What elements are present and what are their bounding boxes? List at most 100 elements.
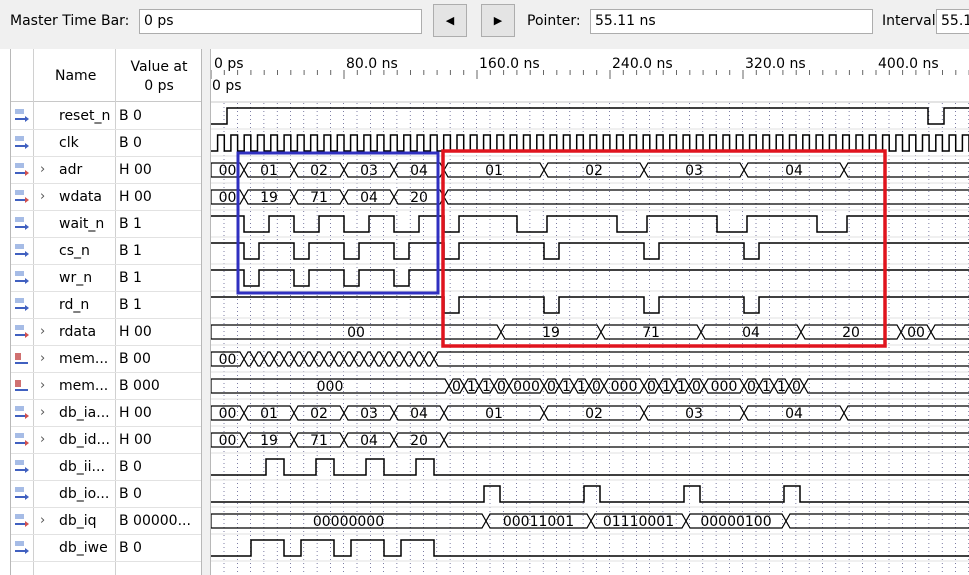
output-pin-icon: [14, 459, 32, 474]
digital-waveform: [211, 539, 969, 557]
signal-row[interactable]: › mem... B 000: [11, 373, 201, 400]
signal-row[interactable]: reset_n B 0: [11, 103, 201, 130]
mem-b-label: 0: [592, 379, 601, 395]
mem-a-segment: [293, 351, 305, 367]
signal-row[interactable]: › db_id... H 00: [11, 427, 201, 454]
value-column-header[interactable]: Value at 0 ps: [119, 58, 199, 96]
signal-name: db_iwe: [59, 540, 108, 556]
mem-b-label: 1: [577, 379, 586, 395]
db-ia-label: 04: [410, 406, 428, 422]
name-column-header[interactable]: Name: [55, 68, 96, 84]
master-time-bar-field[interactable]: 0 ps: [139, 9, 422, 34]
interval-field[interactable]: 55.11 ns: [936, 9, 969, 34]
signal-name: db_ia...: [59, 405, 110, 421]
adr-label: 02: [585, 163, 603, 179]
mem-b-label: 1: [562, 379, 571, 395]
pointer-field[interactable]: 55.11 ns: [590, 9, 873, 34]
signal-value: B 0: [119, 459, 142, 475]
mem-b-label: 0: [452, 379, 461, 395]
adr-label: 02: [310, 163, 328, 179]
mem-a-segment: [333, 351, 345, 367]
signal-row[interactable]: db_io... B 0: [11, 481, 201, 508]
db-iq-label: 00000100: [700, 514, 771, 530]
chevron-right-icon[interactable]: ›: [40, 325, 50, 339]
db-ia-label: 01: [485, 406, 503, 422]
chevron-right-icon[interactable]: ›: [40, 379, 50, 393]
adr-label: 04: [410, 163, 428, 179]
waveform-canvas[interactable]: 0 ps 80.0 ns 160.0 ns 240.0 ns 320.0 ns 400.0…: [211, 49, 969, 575]
signal-name-panel: Name Value at 0 ps reset_n B 0 clk B 0 › adr H…: [10, 49, 202, 575]
signal-name: clk: [59, 135, 79, 151]
digital-waveform: [211, 269, 969, 287]
signal-row[interactable]: › wdata H 00: [11, 184, 201, 211]
mem-a-segment: [303, 351, 315, 367]
pane-splitter[interactable]: [202, 49, 210, 575]
mem-b-label: 000: [317, 379, 344, 395]
timeline-tick-label: 400.0 ns: [878, 56, 939, 72]
signal-value: B 1: [119, 270, 142, 286]
signal-name: rd_n: [59, 297, 90, 313]
mem-a-segment: [273, 351, 285, 367]
digital-waveform: [211, 107, 969, 125]
db-ia-label: 04: [785, 406, 803, 422]
signal-name: db_io...: [59, 486, 110, 502]
input-pin-icon: [14, 297, 32, 312]
signal-row[interactable]: db_ii... B 0: [11, 454, 201, 481]
signal-row[interactable]: rd_n B 1: [11, 292, 201, 319]
chevron-right-icon[interactable]: ›: [40, 352, 50, 366]
value-header-line1: Value at: [130, 59, 188, 75]
signal-row[interactable]: db_iwe B 0: [11, 535, 201, 562]
signal-name: reset_n: [59, 108, 111, 124]
master-time-bar-label: Master Time Bar:: [10, 13, 130, 29]
mem-b-label: 0: [547, 379, 556, 395]
digital-waveform: [211, 296, 969, 314]
adr-label: 03: [360, 163, 378, 179]
signal-row[interactable]: › mem... B 00: [11, 346, 201, 373]
signal-row[interactable]: clk B 0: [11, 130, 201, 157]
next-transition-button[interactable]: ▶: [481, 4, 515, 37]
waveform-panel[interactable]: 0 ps 80.0 ns 160.0 ns 240.0 ns 320.0 ns 400.0…: [210, 49, 969, 575]
db-iq-label: 00011001: [503, 514, 574, 530]
signal-row[interactable]: cs_n B 1: [11, 238, 201, 265]
db-ia-label: 03: [360, 406, 378, 422]
chevron-right-icon[interactable]: ›: [40, 163, 50, 177]
chevron-right-icon[interactable]: ›: [40, 433, 50, 447]
signal-value: H 00: [119, 189, 152, 205]
signal-name: rdata: [59, 324, 97, 340]
chevron-right-icon[interactable]: ›: [40, 190, 50, 204]
signal-row[interactable]: › db_ia... H 00: [11, 400, 201, 427]
chevron-right-icon[interactable]: ›: [40, 406, 50, 420]
db-ia-label: 00: [219, 406, 237, 422]
wdata-label: 20: [410, 190, 428, 206]
digital-waveform: [211, 215, 969, 233]
mem-b-label: 1: [677, 379, 686, 395]
signal-row[interactable]: › rdata H 00: [11, 319, 201, 346]
signal-row[interactable]: › adr H 00: [11, 157, 201, 184]
signal-name: wr_n: [59, 270, 93, 286]
signal-value: B 00000...: [119, 513, 191, 529]
adr-label: 03: [685, 163, 703, 179]
output-pin-icon: [14, 486, 32, 501]
signal-row[interactable]: › db_iq B 00000...: [11, 508, 201, 535]
mem-a-segment: [343, 351, 355, 367]
output-pin-icon: [14, 216, 32, 231]
input-bus-icon: [14, 189, 32, 204]
previous-transition-button[interactable]: ◀: [433, 4, 467, 37]
mem-a-segment: [373, 351, 385, 367]
mem-b-label: 1: [662, 379, 671, 395]
mem-b-label: 0: [747, 379, 756, 395]
mem-b-label: 0: [497, 379, 506, 395]
signal-value: H 00: [119, 324, 152, 340]
mem-b-label: 1: [762, 379, 771, 395]
signal-row[interactable]: wait_n B 1: [11, 211, 201, 238]
signal-value: H 00: [119, 162, 152, 178]
db-ia-label: 01: [260, 406, 278, 422]
signal-name: mem...: [59, 378, 109, 394]
signal-value: B 000: [119, 378, 160, 394]
mem-a-segment: [423, 351, 435, 367]
mem-b-label: 000: [711, 379, 738, 395]
rdata-label: 00: [907, 325, 925, 341]
chevron-right-icon[interactable]: ›: [40, 514, 50, 528]
signal-row[interactable]: wr_n B 1: [11, 265, 201, 292]
signal-value: B 00: [119, 351, 151, 367]
